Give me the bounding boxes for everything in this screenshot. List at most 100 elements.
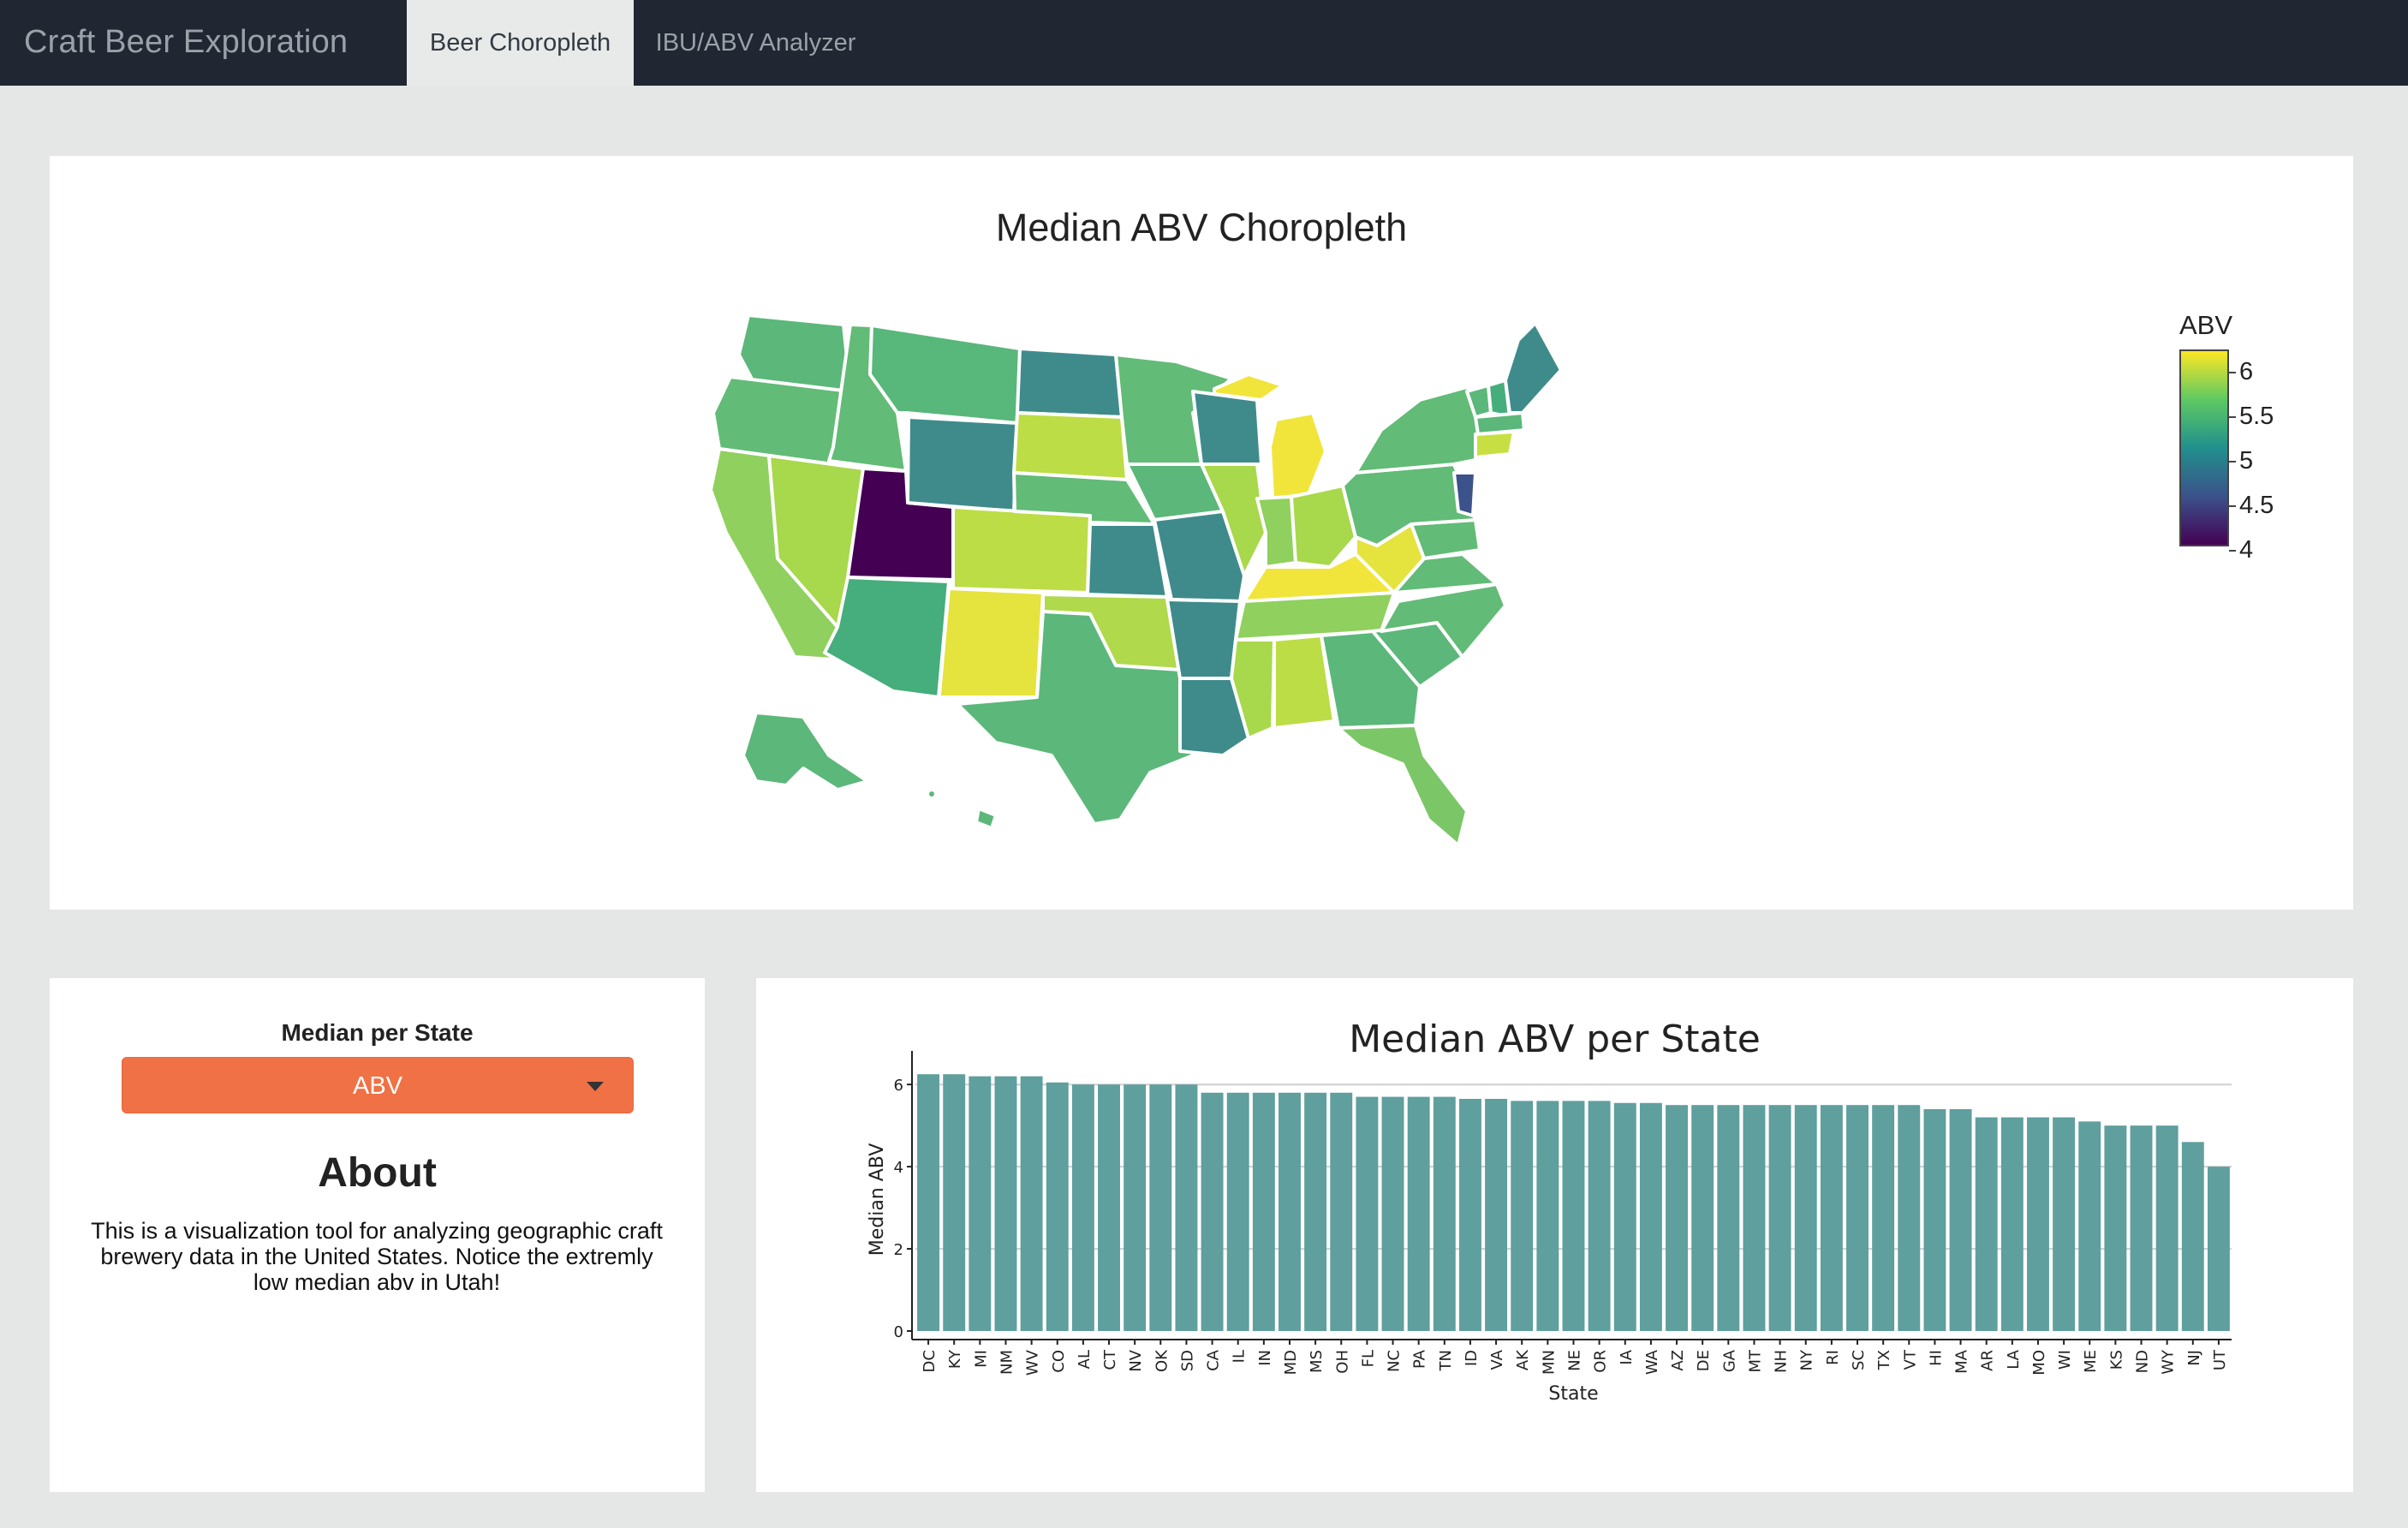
bar-ca[interactable] [1201, 1092, 1224, 1331]
bar-il[interactable] [1226, 1092, 1249, 1331]
x-tick-label: RI [1824, 1350, 1842, 1365]
bar-me[interactable] [2078, 1121, 2101, 1331]
bar-mo[interactable] [2027, 1117, 2049, 1331]
state-nj [1452, 471, 1477, 517]
state-wi [1191, 390, 1263, 466]
x-tick-label: NY [1798, 1349, 1816, 1370]
bar-wy[interactable] [2155, 1125, 2179, 1331]
bar-mi[interactable] [969, 1076, 992, 1331]
state-hi [975, 807, 998, 830]
state-co [951, 505, 1092, 594]
legend-tick: 5 [2228, 447, 2254, 475]
x-tick-label: WY [2160, 1349, 2178, 1375]
bar-chart-card: Median ABV per State 0 2 4 6 DC KY MI NM WV CO AL C… [756, 978, 2353, 1492]
bar-vt[interactable] [1898, 1105, 1921, 1331]
x-tick-label: MS [1308, 1350, 1326, 1373]
choropleth-card: Median ABV Choropleth ABV 6 5.5 5 4.5 4 [50, 156, 2353, 910]
y-tick-label: 6 [894, 1077, 903, 1095]
median-abv-bar-chart[interactable]: 0 2 4 6 DC KY MI NM WV CO AL CT NV OK SD CA IL IN MD MS OH FL… [756, 978, 2353, 1492]
metric-dropdown[interactable]: ABV [122, 1057, 634, 1113]
bar-nj[interactable] [2181, 1142, 2204, 1331]
x-tick-label: MN [1540, 1350, 1558, 1375]
us-choropleth-map[interactable] [50, 156, 2353, 910]
bar-ia[interactable] [1613, 1102, 1636, 1331]
tab-ibu-abv-analyzer[interactable]: IBU/ABV Analyzer [634, 0, 878, 86]
x-tick-label: IN [1256, 1350, 1274, 1366]
x-tick-label: NM [998, 1350, 1016, 1375]
x-tick-label: FL [1359, 1350, 1377, 1367]
x-tick-label: CO [1050, 1350, 1068, 1373]
x-tick-label: MD [1282, 1350, 1300, 1375]
x-tick-label: NC [1386, 1350, 1404, 1372]
bar-ma[interactable] [1949, 1108, 1972, 1331]
bar-or[interactable] [1588, 1101, 1611, 1331]
state-ks [1086, 522, 1169, 599]
bar-la[interactable] [2000, 1117, 2024, 1331]
bar-ga[interactable] [1717, 1105, 1740, 1331]
bar-ks[interactable] [2104, 1125, 2127, 1331]
bar-oh[interactable] [1330, 1092, 1353, 1331]
x-tick-label: OK [1153, 1349, 1171, 1372]
y-tick-label: 2 [894, 1241, 903, 1259]
bar-md[interactable] [1279, 1092, 1301, 1331]
bar-al[interactable] [1071, 1084, 1094, 1331]
x-tick-label: WI [2056, 1350, 2074, 1370]
bar-ky[interactable] [943, 1074, 966, 1331]
x-tick-label: TX [1875, 1350, 1893, 1370]
bar-ct[interactable] [1098, 1084, 1120, 1331]
x-tick-label: NJ [2185, 1350, 2203, 1366]
x-tick-label: NH [1773, 1350, 1791, 1373]
bar-nv[interactable] [1124, 1084, 1147, 1331]
bar-ak[interactable] [1511, 1101, 1534, 1331]
bar-nm[interactable] [994, 1076, 1017, 1331]
state-sd [1012, 411, 1129, 481]
bar-wv[interactable] [1020, 1076, 1043, 1331]
bar-mn[interactable] [1536, 1101, 1559, 1331]
bar-nh[interactable] [1768, 1105, 1791, 1331]
bar-dc[interactable] [917, 1074, 940, 1331]
metric-dropdown-value: ABV [352, 1072, 403, 1100]
y-tick-label: 0 [894, 1323, 903, 1341]
controls-card: Median per State ABV About This is a vis… [50, 978, 705, 1492]
bar-nd[interactable] [2130, 1125, 2153, 1331]
state-nd [1016, 347, 1124, 419]
bar-ok[interactable] [1149, 1084, 1172, 1331]
about-title: About [318, 1150, 437, 1196]
bar-in[interactable] [1252, 1092, 1275, 1331]
bar-de[interactable] [1691, 1105, 1714, 1331]
state-mi [1268, 411, 1327, 500]
bar-nc[interactable] [1381, 1096, 1404, 1331]
state-ct [1474, 430, 1516, 459]
bar-sd[interactable] [1175, 1084, 1198, 1331]
bar-hi[interactable] [1923, 1108, 1946, 1331]
x-tick-label: VT [1901, 1349, 1919, 1370]
tab-beer-choropleth[interactable]: Beer Choropleth [407, 0, 634, 86]
bar-ne[interactable] [1562, 1101, 1585, 1331]
bar-pa[interactable] [1407, 1096, 1430, 1331]
chevron-down-icon[interactable] [587, 1082, 604, 1091]
x-tick-label: NV [1127, 1349, 1145, 1371]
bar-sc[interactable] [1846, 1105, 1869, 1331]
about-text: This is a visualization tool for analyzi… [91, 1218, 663, 1295]
state-me [1504, 321, 1563, 415]
legend-tick: 6 [2228, 358, 2254, 385]
bar-ms[interactable] [1304, 1092, 1327, 1331]
bar-ny[interactable] [1794, 1105, 1817, 1331]
bar-wa[interactable] [1639, 1102, 1662, 1331]
bar-co[interactable] [1046, 1082, 1069, 1331]
x-tick-label: TN [1437, 1350, 1455, 1371]
bar-tx[interactable] [1872, 1105, 1895, 1331]
app-brand[interactable]: Craft Beer Exploration [24, 24, 348, 61]
bar-tn[interactable] [1433, 1096, 1456, 1331]
bar-ar[interactable] [1975, 1117, 1998, 1331]
bar-ut[interactable] [2207, 1167, 2230, 1331]
bar-id[interactable] [1458, 1098, 1481, 1331]
bar-va[interactable] [1485, 1098, 1508, 1331]
bar-mt[interactable] [1743, 1105, 1766, 1331]
bar-fl[interactable] [1356, 1096, 1379, 1331]
state-hi-islands [926, 788, 938, 800]
bar-ri[interactable] [1820, 1105, 1843, 1331]
x-tick-label: ND [2134, 1350, 2152, 1373]
bar-az[interactable] [1666, 1105, 1689, 1331]
bar-wi[interactable] [2053, 1117, 2076, 1331]
